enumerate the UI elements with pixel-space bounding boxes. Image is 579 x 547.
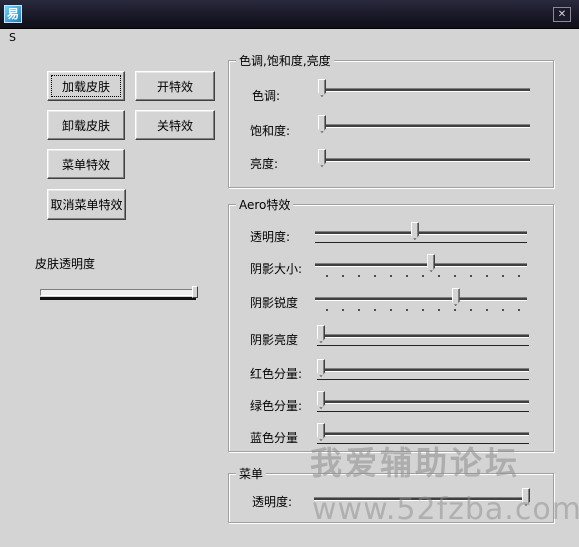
shadow-sharpness-ticks	[319, 309, 523, 311]
blue-component-label: 蓝色分量	[250, 431, 299, 445]
shadow-brightness-label: 阴影亮度	[250, 333, 299, 347]
shadow-sharpness-label: 阴影锐度	[250, 296, 299, 310]
hsl-group-title: 色调,饱和度,亮度	[236, 52, 334, 69]
red-component-slider[interactable]	[317, 359, 529, 381]
aero-opacity-track	[315, 231, 527, 235]
hue-label: 色调:	[252, 89, 281, 103]
green-component-thumb[interactable]	[317, 391, 325, 409]
menu-item-s[interactable]: S	[9, 31, 16, 44]
menu-effect-button[interactable]: 菜单特效	[47, 149, 125, 179]
aero-opacity-label: 透明度:	[250, 230, 291, 244]
app-icon: 易	[4, 5, 22, 23]
menu-opacity-label: 透明度:	[252, 495, 293, 509]
effect-off-button[interactable]: 关特效	[135, 110, 215, 140]
aero-opacity-slider[interactable]	[315, 222, 527, 244]
shadow-brightness-slider[interactable]	[317, 325, 529, 347]
shadow-sharpness-slider[interactable]	[315, 288, 527, 311]
shadow-brightness-underline	[317, 345, 529, 346]
brightness-slider-track	[318, 158, 530, 162]
brightness-slider[interactable]	[318, 149, 530, 171]
green-component-track	[317, 400, 529, 404]
menu-group-title: 菜单	[236, 465, 267, 482]
blue-component-track	[317, 432, 529, 436]
saturation-label: 饱和度:	[250, 124, 291, 138]
skin-opacity-track-shadow	[40, 297, 196, 300]
red-component-underline	[317, 379, 529, 380]
saturation-slider-thumb[interactable]	[318, 115, 326, 133]
red-component-thumb[interactable]	[317, 359, 325, 377]
effect-on-button[interactable]: 开特效	[135, 71, 215, 101]
shadow-brightness-track	[317, 334, 529, 338]
brightness-slider-thumb[interactable]	[318, 149, 326, 167]
red-component-label: 红色分量:	[250, 367, 303, 381]
green-component-label: 绿色分量:	[250, 399, 303, 413]
unload-skin-button[interactable]: 卸载皮肤	[47, 110, 125, 140]
brightness-label: 亮度:	[250, 157, 279, 171]
green-component-slider[interactable]	[317, 391, 529, 413]
aero-group-title: Aero特效	[236, 196, 294, 213]
window-title	[32, 6, 252, 20]
close-button[interactable]: ✕	[553, 7, 571, 22]
hue-slider-thumb[interactable]	[318, 79, 326, 97]
skin-opacity-label: 皮肤透明度	[35, 257, 96, 271]
hue-slider[interactable]	[318, 79, 530, 101]
load-skin-button[interactable]: 加载皮肤	[47, 71, 125, 101]
shadow-brightness-thumb[interactable]	[317, 325, 325, 343]
shadow-sharpness-thumb[interactable]	[451, 288, 460, 306]
hue-slider-track	[318, 88, 530, 92]
cancel-menu-effect-button[interactable]: 取消菜单特效	[47, 189, 126, 220]
green-component-underline	[317, 411, 529, 412]
red-component-track	[317, 368, 529, 372]
watermark-url: www.52fzba.com	[312, 492, 579, 527]
shadow-size-slider[interactable]	[315, 254, 527, 277]
shadow-size-ticks	[319, 275, 523, 277]
shadow-size-label: 阴影大小:	[250, 262, 303, 276]
title-bar: 易 ✕	[0, 0, 579, 29]
aero-opacity-underline	[315, 242, 527, 243]
saturation-slider[interactable]	[318, 115, 530, 137]
shadow-size-thumb[interactable]	[427, 254, 436, 272]
skin-opacity-thumb[interactable]	[192, 286, 198, 298]
saturation-slider-track	[318, 124, 530, 128]
shadow-size-track	[315, 263, 527, 267]
aero-opacity-thumb[interactable]	[410, 222, 419, 240]
skin-opacity-track[interactable]	[40, 289, 198, 296]
shadow-sharpness-track	[315, 297, 527, 301]
watermark-text: 我爱辅助论坛	[310, 444, 521, 482]
